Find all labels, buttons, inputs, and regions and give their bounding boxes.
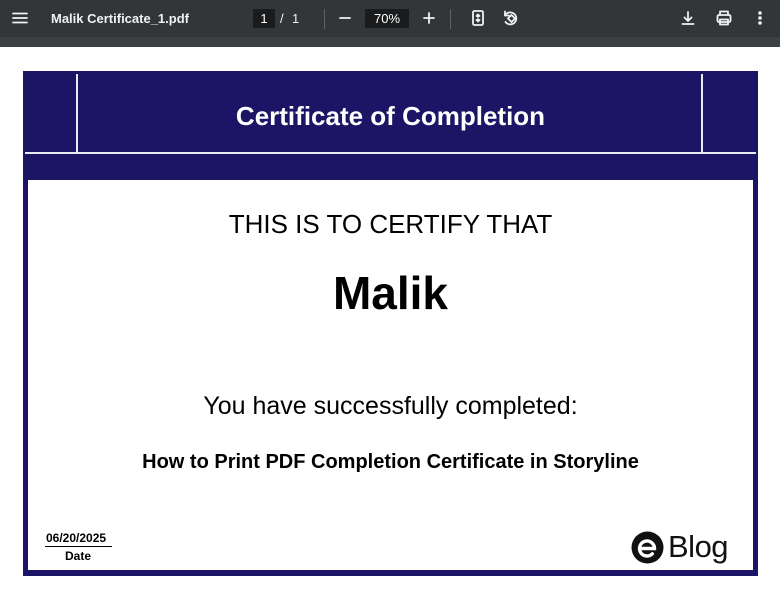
page-number-input[interactable] <box>253 9 275 28</box>
print-button[interactable] <box>710 4 738 32</box>
date-underline <box>45 546 112 547</box>
rotate-button[interactable] <box>496 4 524 32</box>
band-bottom-rule <box>25 152 756 154</box>
toolbar-divider <box>450 9 451 29</box>
certify-line: THIS IS TO CERTIFY THAT <box>228 209 553 239</box>
menu-icon <box>12 12 28 24</box>
recipient-name: Malik <box>332 267 449 319</box>
menu-button[interactable] <box>6 4 34 32</box>
completed-line: You have successfully completed: <box>203 392 578 420</box>
file-title: Malik Certificate_1.pdf <box>51 11 189 26</box>
download-icon <box>681 11 695 25</box>
certificate-body: THIS IS TO CERTIFY THAT Malik You have s… <box>28 180 753 570</box>
fit-page-button[interactable] <box>464 4 492 32</box>
rotate-icon <box>504 10 518 26</box>
zoom-out-icon <box>339 17 351 19</box>
logo-text: Blog <box>668 529 729 564</box>
more-vert-icon <box>758 11 762 25</box>
certificate-title: Certificate of Completion <box>235 101 546 131</box>
e-logo-icon <box>631 531 664 563</box>
zoom-in-icon <box>423 12 435 24</box>
pdf-toolbar: Malik Certificate_1.pdf / 1 <box>0 0 780 37</box>
page-separator: / <box>280 11 284 26</box>
certificate-header-band: Certificate of Completion <box>23 71 758 154</box>
elearning-blog-logo: Blog <box>631 529 729 565</box>
total-pages: 1 <box>292 11 300 26</box>
date-label: Date <box>65 549 92 563</box>
zoom-in-button[interactable] <box>415 4 443 32</box>
toolbar-shadow <box>0 37 780 47</box>
course-name: How to Print PDF Completion Certificate … <box>142 451 639 473</box>
zoom-out-button[interactable] <box>331 4 359 32</box>
print-icon <box>716 10 732 26</box>
download-button[interactable] <box>674 4 702 32</box>
more-options-button[interactable] <box>746 4 774 32</box>
zoom-input[interactable] <box>365 9 409 28</box>
certificate-page: Certificate of Completion THIS IS TO CER… <box>23 71 758 576</box>
fit-page-icon <box>472 10 484 26</box>
toolbar-divider <box>324 9 325 29</box>
date-value: 06/20/2025 <box>46 531 107 545</box>
